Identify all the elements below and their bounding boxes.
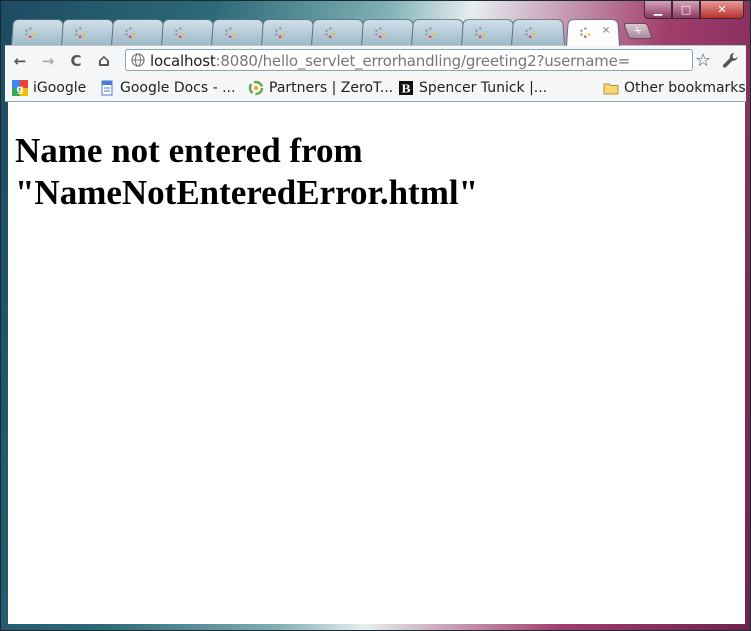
loading-favicon-icon: [125, 27, 136, 38]
back-button[interactable]: ←: [9, 50, 31, 72]
bookmark-label: Partners | ZeroT...: [269, 80, 394, 96]
forward-button[interactable]: →: [37, 50, 59, 72]
loading-favicon-icon: [475, 27, 486, 38]
tab[interactable]: [211, 19, 265, 46]
page-content: Name not entered from "NameNotEnteredErr…: [8, 102, 745, 624]
bookmarks-bar: g iGoogle Google Docs - ... Partners | Z…: [5, 75, 746, 102]
bookmark-partners-zerot[interactable]: Partners | ZeroT...: [248, 79, 393, 97]
loading-favicon-icon: [425, 27, 436, 38]
tab[interactable]: [61, 19, 115, 46]
bookmark-label: Google Docs - ...: [120, 80, 236, 96]
home-button[interactable]: ⌂: [93, 50, 115, 72]
tab[interactable]: [261, 19, 315, 46]
loading-favicon-icon: [325, 27, 336, 38]
loading-favicon-icon: [580, 27, 591, 38]
spencer-tunick-icon: B: [399, 81, 413, 96]
bookmark-spencer-tunick[interactable]: B Spencer Tunick |...: [398, 79, 547, 97]
other-bookmarks[interactable]: Other bookmarks: [603, 79, 746, 97]
loading-favicon-icon: [525, 27, 536, 38]
tab[interactable]: [361, 19, 415, 46]
bookmark-google-docs[interactable]: Google Docs - ...: [99, 79, 235, 97]
toolbar: ← → C ⌂ localhost:8080/hello_servlet_err…: [5, 45, 746, 76]
loading-favicon-icon: [25, 27, 36, 38]
tab[interactable]: [11, 19, 65, 46]
loading-favicon-icon: [275, 27, 286, 38]
page-icon: [131, 53, 145, 67]
tab[interactable]: [411, 19, 465, 46]
bookmark-igoogle[interactable]: g iGoogle: [12, 79, 86, 97]
url-text: localhost:8080/hello_servlet_errorhandli…: [150, 52, 630, 70]
close-window-button[interactable]: ✕: [700, 1, 744, 19]
url-path: :8080/hello_servlet_errorhandling/greeti…: [215, 52, 631, 70]
other-bookmarks-label: Other bookmarks: [624, 80, 746, 96]
close-tab-icon[interactable]: ✕: [601, 24, 610, 36]
loading-favicon-icon: [225, 27, 236, 38]
folder-icon: [603, 83, 619, 95]
tab[interactable]: [111, 19, 165, 46]
bookmark-label: Spencer Tunick |...: [419, 80, 548, 96]
loading-favicon-icon: [175, 27, 186, 38]
reload-button[interactable]: C: [65, 50, 87, 72]
tab-strip: ✕ +: [11, 15, 661, 46]
tab[interactable]: [461, 19, 515, 46]
bookmark-star-icon[interactable]: ☆: [695, 50, 711, 71]
loading-favicon-icon: [375, 27, 386, 38]
igoogle-icon: g: [12, 80, 28, 96]
wrench-icon[interactable]: [721, 51, 741, 71]
tab[interactable]: [311, 19, 365, 46]
tab[interactable]: [511, 19, 565, 46]
url-host: localhost: [150, 52, 216, 70]
address-bar[interactable]: localhost:8080/hello_servlet_errorhandli…: [125, 49, 693, 71]
maximize-button[interactable]: □: [672, 1, 700, 19]
browser-window: ▁ □ ✕ ✕ + ← → C ⌂ localhost:8080/hello_s…: [0, 0, 751, 631]
new-tab-button[interactable]: +: [623, 23, 653, 39]
tab[interactable]: [161, 19, 215, 46]
svg-text:B: B: [401, 83, 410, 96]
page-heading: Name not entered from "NameNotEnteredErr…: [15, 131, 479, 212]
tab-active[interactable]: ✕: [566, 19, 620, 46]
google-docs-icon: [101, 80, 113, 96]
zeroturnaround-icon: [248, 80, 264, 96]
svg-text:g: g: [16, 84, 23, 95]
bookmark-label: iGoogle: [33, 80, 87, 96]
loading-favicon-icon: [75, 27, 86, 38]
